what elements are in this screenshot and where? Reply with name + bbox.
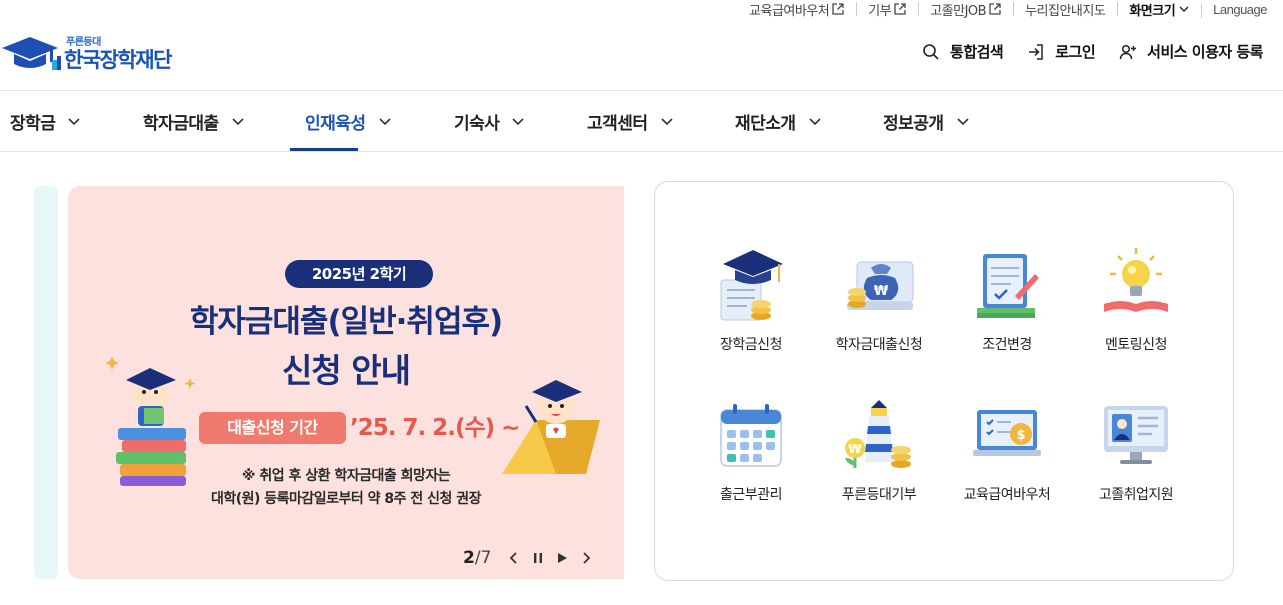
lightbulb-book-icon	[1104, 248, 1168, 312]
site-logo[interactable]: 푸른등대 한국장학재단	[0, 34, 172, 74]
search-button[interactable]: 통합검색	[922, 41, 1004, 62]
quick-service-loan[interactable]: ₩ 학자금대출신청	[814, 244, 944, 354]
monitor-profile-icon	[1104, 406, 1168, 464]
quick-service-label: 교육급여바우처	[963, 487, 1051, 503]
nav-label: 재단소개	[735, 114, 796, 134]
chevron-down-icon	[1179, 6, 1189, 12]
add-user-icon	[1119, 44, 1137, 59]
register-button[interactable]: 서비스 이용자 등록	[1119, 41, 1263, 62]
nav-item-talent[interactable]: 인재육성	[305, 91, 392, 152]
chevron-left-icon[interactable]	[507, 551, 521, 565]
screen-size-dropdown[interactable]: 화면크기	[1117, 0, 1201, 19]
chevron-down-icon	[660, 117, 673, 125]
play-icon[interactable]	[555, 551, 569, 565]
document-pen-icon	[977, 254, 1039, 318]
pause-icon[interactable]	[531, 551, 545, 565]
login-icon	[1029, 43, 1043, 60]
util-link-label: 기부	[868, 3, 892, 19]
util-link-voucher[interactable]: 교육급여바우처	[737, 0, 856, 19]
quick-service-label: 멘토링신청	[1105, 337, 1167, 353]
util-link-donate[interactable]: 기부	[856, 0, 918, 19]
util-link-label: 누리집안내지도	[1025, 3, 1106, 19]
external-link-icon	[989, 3, 1001, 15]
util-link-label: 화면크기	[1129, 3, 1176, 19]
quick-service-label: 장학금신청	[720, 337, 782, 353]
nav-item-dormitory[interactable]: 기숙사	[454, 91, 525, 152]
banner-note-line2: 대학(원) 등록마감일로부터 약 8주 전 신청 권장	[210, 491, 482, 507]
quick-service-scholarship[interactable]: 장학금신청	[686, 244, 816, 354]
quick-service-label: 고졸취업지원	[1098, 487, 1174, 503]
register-label: 서비스 이용자 등록	[1147, 43, 1263, 61]
logo-subtitle: 푸른등대	[66, 36, 101, 48]
util-link-label: 고졸만JOB	[930, 3, 987, 19]
quick-services-panel: 장학금신청 ₩ 학자금대출신청 조건변경 멘토링신청 출근부관리 ₩ 푸른등대기…	[654, 181, 1234, 581]
lighthouse-coins-icon: ₩	[845, 400, 911, 468]
nav-item-loan[interactable]: 학자금대출	[143, 91, 245, 152]
graduation-cap-icon	[720, 250, 783, 321]
nav-label: 인재육성	[305, 114, 366, 134]
util-link-job[interactable]: 고졸만JOB	[918, 0, 1013, 19]
chevron-right-icon[interactable]	[579, 551, 593, 565]
laptop-checklist-icon: $	[973, 410, 1041, 456]
banner-title: 학자금대출(일반·취업후)	[189, 304, 503, 340]
quick-service-mentoring[interactable]: 멘토링신청	[1071, 244, 1201, 354]
loan-period-date: ’25. 7. 2.(수) ~	[350, 415, 520, 441]
login-button[interactable]: 로그인	[1027, 41, 1096, 62]
language-link[interactable]: Language	[1201, 1, 1267, 18]
util-link-label: 교육급여바우처	[749, 3, 830, 19]
nav-item-support[interactable]: 고객센터	[587, 91, 674, 152]
utility-bar: 교육급여바우처 기부 고졸만JOB 누리집안내지도 화면크기 Language	[737, 0, 1267, 19]
util-link-label: Language	[1213, 1, 1267, 17]
slide-controls: 2 /7	[463, 548, 593, 568]
external-link-icon	[832, 3, 844, 15]
quick-service-label: 푸른등대기부	[841, 487, 917, 503]
quick-service-donation[interactable]: ₩ 푸른등대기부	[814, 394, 944, 504]
svg-text:₩: ₩	[874, 284, 889, 299]
slide-total: /7	[474, 548, 492, 568]
nav-item-disclosure[interactable]: 정보공개	[883, 91, 970, 152]
chevron-down-icon	[808, 117, 821, 125]
quick-service-job-support[interactable]: 고졸취업지원	[1071, 394, 1201, 504]
search-label: 통합검색	[950, 43, 1004, 61]
svg-text:₩: ₩	[848, 442, 862, 456]
main-banner-slide[interactable]: 2025년 2학기 학자금대출(일반·취업후) 신청 안내 대출신청 기간 ’2…	[68, 186, 624, 579]
chevron-down-icon	[378, 117, 391, 125]
quick-service-attendance[interactable]: 출근부관리	[686, 394, 816, 504]
slide-current: 2	[463, 548, 475, 568]
svg-text:$: $	[1016, 428, 1025, 443]
previous-slide-peek	[34, 186, 58, 579]
header-actions: 통합검색 로그인 서비스 이용자 등록	[898, 41, 1263, 62]
banner-note-line1: ※ 취업 후 상환 학자금대출 희망자는	[241, 468, 451, 484]
nav-label: 기숙사	[454, 114, 500, 134]
nav-label: 고객센터	[587, 114, 648, 134]
nav-label: 학자금대출	[143, 114, 219, 134]
quick-service-condition-change[interactable]: 조건변경	[942, 244, 1072, 354]
calendar-icon	[720, 404, 782, 467]
quick-service-label: 학자금대출신청	[835, 337, 923, 353]
main-navigation: 장학금 학자금대출 인재육성 기숙사 고객센터 재단소개 정보공개	[0, 90, 1283, 152]
search-icon	[923, 43, 939, 60]
chevron-down-icon	[512, 117, 524, 125]
banner-badge: 2025년 2학기	[285, 260, 433, 288]
graduation-cap-logo-icon	[2, 37, 61, 70]
nav-label: 정보공개	[883, 114, 944, 134]
nav-label: 장학금	[10, 114, 56, 134]
loan-period-label: 대출신청 기간	[199, 412, 346, 444]
quick-service-label: 조건변경	[982, 337, 1032, 353]
external-link-icon	[894, 3, 906, 15]
chevron-down-icon	[232, 117, 244, 125]
quick-service-education-voucher[interactable]: $ 교육급여바우처	[942, 394, 1072, 504]
util-link-sitemap[interactable]: 누리집안내지도	[1013, 0, 1117, 19]
chevron-down-icon	[68, 117, 80, 125]
login-label: 로그인	[1055, 43, 1096, 61]
logo-title: 한국장학재단	[64, 47, 172, 72]
money-bag-icon: ₩	[847, 261, 914, 310]
nav-item-scholarship[interactable]: 장학금	[10, 91, 81, 152]
nav-item-about[interactable]: 재단소개	[735, 91, 822, 152]
active-nav-indicator	[290, 148, 358, 151]
quick-service-label: 출근부관리	[720, 487, 782, 503]
chevron-down-icon	[956, 117, 969, 125]
